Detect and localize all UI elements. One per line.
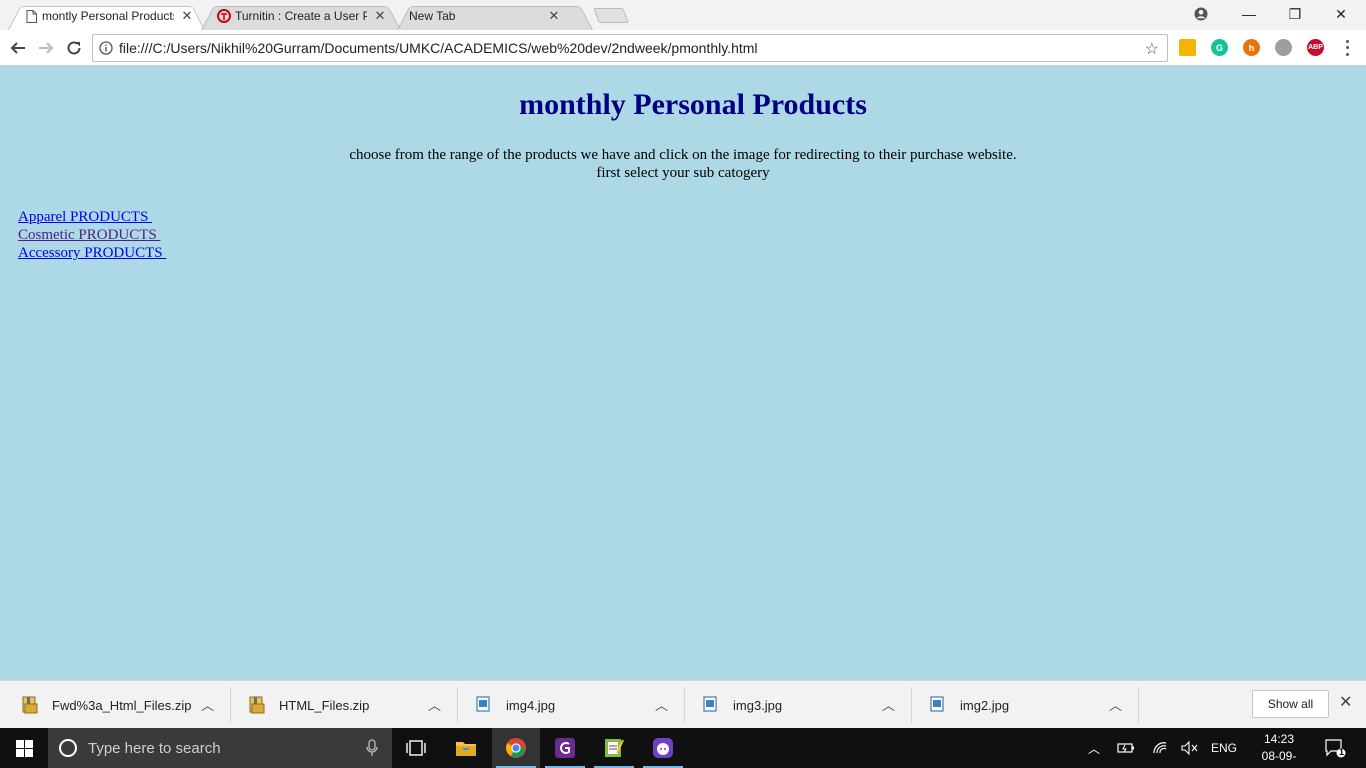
taskbar-clock[interactable]: 14:23 08-09-2017: [1250, 731, 1308, 768]
image-file-icon: [703, 696, 719, 714]
volume-muted-icon[interactable]: [1180, 728, 1200, 768]
windows-taskbar: Type here to search ︿ ENG 14:23 08-09-20…: [0, 728, 1366, 768]
tab-new-tab[interactable]: New Tab ✕: [397, 2, 593, 31]
github-desktop-icon[interactable]: [639, 728, 687, 768]
task-view-icon[interactable]: [392, 728, 440, 768]
keep-icon[interactable]: [1179, 39, 1196, 56]
chevron-up-icon[interactable]: ︿: [428, 695, 441, 714]
tab-title: montly Personal Products: [42, 9, 174, 23]
intro-line: choose from the range of the products we…: [349, 147, 1017, 163]
chevron-up-icon[interactable]: ︿: [1109, 695, 1122, 714]
page-heading: monthly Personal Products: [519, 88, 867, 121]
chevron-up-icon[interactable]: ︿: [655, 695, 668, 714]
close-window-button[interactable]: ✕: [1318, 0, 1364, 28]
notification-center-icon[interactable]: 1: [1320, 728, 1350, 768]
page-intro: choose from the range of the products we…: [0, 146, 1366, 182]
download-filename: HTML_Files.zip: [279, 698, 370, 713]
tab-close-icon[interactable]: ✕: [547, 8, 561, 24]
tab-strip: montly Personal Products ✕ Turnitin : Cr…: [0, 0, 1366, 31]
close-shelf-icon[interactable]: ✕: [1339, 692, 1352, 712]
subcategory-links: Apparel PRODUCTS Cosmetic PRODUCTS Acces…: [18, 208, 166, 262]
intro-line: first select your sub catogery: [596, 165, 770, 181]
reload-icon[interactable]: [63, 37, 85, 59]
tab-title: Turnitin : Create a User Profile: [235, 9, 367, 23]
zip-file-icon: [249, 696, 265, 714]
accessory-products-link[interactable]: Accessory PRODUCTS: [18, 244, 166, 262]
back-arrow-icon[interactable]: [7, 37, 29, 59]
tab-close-icon[interactable]: ✕: [373, 8, 387, 24]
download-item[interactable]: Fwd%3a_Html_Files.zip ︿: [4, 687, 231, 723]
battery-icon[interactable]: [1116, 728, 1136, 768]
web-page: monthly Personal Products choose from th…: [0, 66, 1366, 680]
image-file-icon: [476, 696, 492, 714]
browser-toolbar: file:///C:/Users/Nikhil%20Gurram/Documen…: [0, 30, 1366, 66]
cloud-extension-icon[interactable]: [1275, 39, 1292, 56]
language-indicator[interactable]: ENG: [1208, 728, 1240, 768]
chrome-menu-icon[interactable]: [1340, 38, 1354, 58]
grammarly-icon[interactable]: G: [1211, 39, 1228, 56]
download-item[interactable]: img3.jpg ︿: [685, 687, 912, 723]
tab-close-icon[interactable]: ✕: [180, 8, 194, 24]
document-icon: [24, 9, 38, 23]
adblock-plus-icon[interactable]: ABP: [1307, 39, 1324, 56]
notification-count: 1: [1339, 747, 1345, 757]
new-tab-button[interactable]: [593, 8, 629, 23]
profile-icon[interactable]: [1178, 0, 1224, 28]
cortana-icon: [59, 739, 77, 757]
search-placeholder: Type here to search: [88, 739, 221, 757]
restore-button[interactable]: ❐: [1272, 0, 1318, 28]
download-filename: img4.jpg: [506, 698, 556, 713]
download-item[interactable]: img2.jpg ︿: [912, 687, 1139, 723]
chevron-up-icon[interactable]: ︿: [882, 695, 895, 714]
wifi-icon[interactable]: [1150, 728, 1170, 768]
download-filename: img2.jpg: [960, 698, 1010, 713]
honey-icon[interactable]: h: [1243, 39, 1260, 56]
file-explorer-icon[interactable]: [442, 728, 490, 768]
bookmark-star-icon[interactable]: ☆: [1145, 39, 1159, 59]
cosmetic-products-link[interactable]: Cosmetic PRODUCTS: [18, 226, 166, 244]
chevron-up-icon[interactable]: ︿: [1084, 728, 1104, 768]
download-item[interactable]: HTML_Files.zip ︿: [231, 687, 458, 723]
show-all-button[interactable]: Show all: [1252, 690, 1329, 718]
address-bar[interactable]: file:///C:/Users/Nikhil%20Gurram/Documen…: [92, 34, 1168, 62]
tab-title: New Tab: [409, 9, 456, 23]
download-shelf: Fwd%3a_Html_Files.zip ︿ HTML_Files.zip ︿…: [0, 680, 1366, 728]
turnitin-icon: [217, 9, 231, 23]
chevron-up-icon[interactable]: ︿: [201, 695, 214, 714]
pdf-app-icon[interactable]: [541, 728, 589, 768]
windows-start-icon[interactable]: [0, 728, 48, 768]
notepad-app-icon[interactable]: [590, 728, 638, 768]
image-file-icon: [930, 696, 946, 714]
tab-montly-personal-products[interactable]: montly Personal Products ✕: [8, 2, 205, 31]
download-filename: img3.jpg: [733, 698, 783, 713]
clock-date: 08-09-2017: [1261, 749, 1297, 768]
clock-time: 14:23: [1263, 732, 1295, 746]
microphone-icon[interactable]: [366, 739, 378, 760]
info-icon[interactable]: [93, 41, 119, 55]
download-item[interactable]: img4.jpg ︿: [458, 687, 685, 723]
chrome-taskbar-icon[interactable]: [492, 728, 540, 768]
zip-file-icon: [22, 696, 38, 714]
minimize-button[interactable]: —: [1226, 0, 1272, 28]
url-text: file:///C:/Users/Nikhil%20Gurram/Documen…: [119, 40, 758, 56]
apparel-products-link[interactable]: Apparel PRODUCTS: [18, 208, 166, 226]
taskbar-search-input[interactable]: Type here to search: [48, 728, 392, 768]
download-filename: Fwd%3a_Html_Files.zip: [52, 698, 192, 713]
forward-arrow-icon[interactable]: [35, 37, 57, 59]
tab-turnitin[interactable]: Turnitin : Create a User Profile ✕: [201, 2, 401, 31]
